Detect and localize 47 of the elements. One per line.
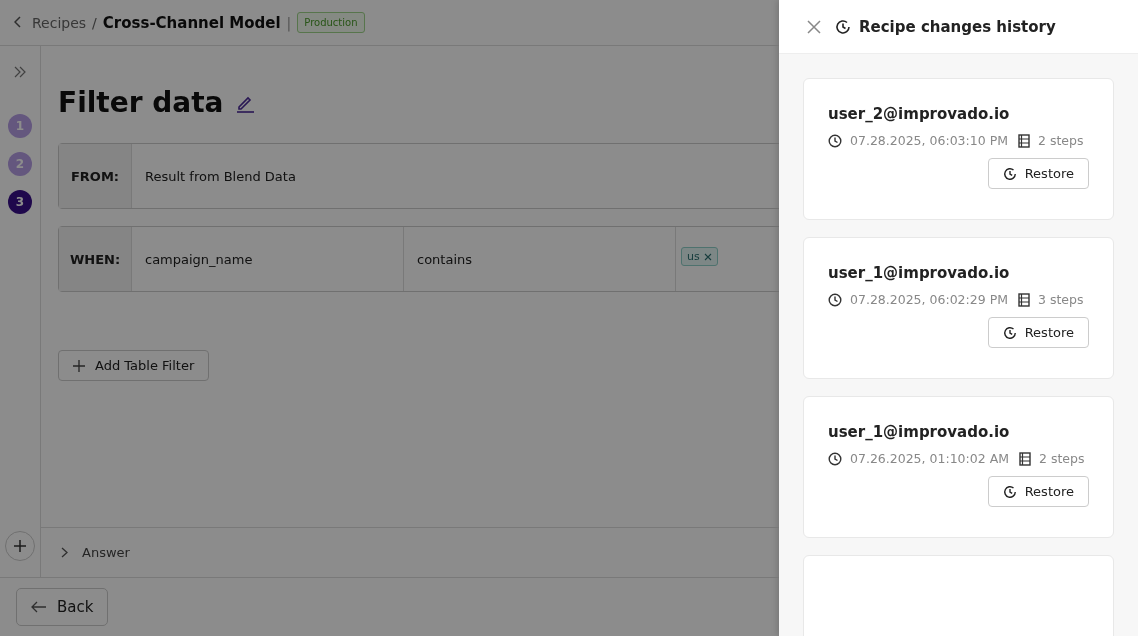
restore-button[interactable]: Restore xyxy=(987,158,1089,189)
section-toggle[interactable]: Answer xyxy=(82,545,130,560)
timestamp: 07.28.2025, 06:02:29 PM xyxy=(850,292,1008,307)
restore-button[interactable]: Restore xyxy=(987,476,1089,507)
clock-icon xyxy=(828,133,842,148)
add-step-button[interactable] xyxy=(5,531,35,561)
environment-badge: Production xyxy=(297,12,365,33)
value-tag[interactable]: us xyxy=(681,247,718,266)
add-filter-button[interactable]: Add Table Filter xyxy=(58,350,210,381)
step-indicator[interactable]: 3 xyxy=(8,190,32,214)
plus-icon xyxy=(73,359,85,372)
user-email: user_1@improvado.io xyxy=(828,264,1011,282)
timestamp: 07.28.2025, 06:03:10 PM xyxy=(850,133,1008,148)
drawer-title: Recipe changes history xyxy=(859,17,1056,36)
film-icon xyxy=(1017,133,1030,148)
back-button[interactable]: Back xyxy=(16,588,109,626)
close-icon[interactable] xyxy=(703,252,712,261)
timestamp: 07.26.2025, 01:10:02 AM xyxy=(850,451,1009,466)
user-email: user_2@improvado.io xyxy=(828,105,1011,123)
history-icon xyxy=(1002,325,1017,340)
page-title: Filter data xyxy=(58,86,224,119)
recipe-name: Cross-Channel Model xyxy=(102,13,281,32)
row-label: FROM: xyxy=(59,144,132,208)
film-icon xyxy=(1018,451,1031,466)
field-select[interactable]: campaign_name xyxy=(132,227,404,291)
user-email: user_1@improvado.io xyxy=(828,423,1011,441)
step-count: 3 steps xyxy=(1037,292,1084,307)
breadcrumb-separator: / xyxy=(92,14,97,31)
breadcrumb-link[interactable]: Recipes xyxy=(32,14,87,31)
chevron-icon[interactable] xyxy=(61,547,68,558)
step-count: 2 steps xyxy=(1038,451,1085,466)
close-icon[interactable] xyxy=(807,19,821,34)
row-label: WHEN: xyxy=(59,227,132,291)
arrow-left-icon xyxy=(31,601,47,613)
history-icon xyxy=(835,18,851,35)
plus-icon xyxy=(13,539,27,553)
history-icon xyxy=(1002,484,1017,499)
step-count: 2 steps xyxy=(1037,133,1084,148)
clock-icon xyxy=(828,451,842,466)
film-icon xyxy=(1017,292,1030,307)
history-icon xyxy=(1002,166,1017,181)
expand-icon[interactable] xyxy=(14,66,26,78)
divider-text: | xyxy=(286,14,292,31)
clock-icon xyxy=(828,292,842,307)
restore-button[interactable]: Restore xyxy=(987,317,1089,348)
operator-select[interactable]: contains xyxy=(404,227,676,291)
table-cell-text: Result from Blend Data xyxy=(144,167,297,186)
